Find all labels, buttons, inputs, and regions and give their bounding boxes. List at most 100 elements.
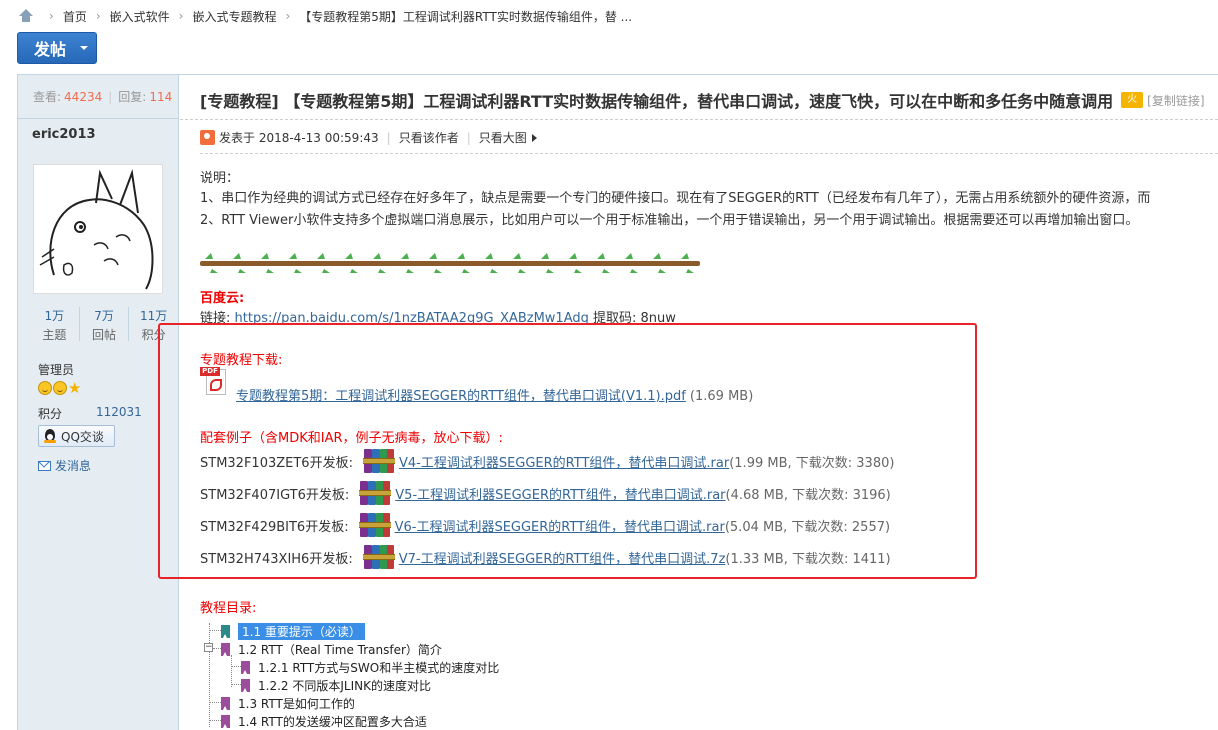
- replies-count: 114: [149, 89, 173, 104]
- home-icon[interactable]: [18, 9, 34, 23]
- qq-chat-label: QQ交谈: [61, 429, 104, 444]
- chevron-right-icon: ›: [285, 9, 291, 23]
- examples-heading: 配套例子（含MDK和IAR，例子无病毒，放心下载）:: [200, 431, 503, 446]
- stat-value: 7万: [94, 309, 114, 323]
- example-info: (5.04 MB, 下载次数: 2557): [724, 519, 891, 535]
- board-name: STM32F103ZET6开发板:: [200, 455, 353, 471]
- example-row: STM32F407IGT6开发板: V5-工程调试利器SEGGER的RTT组件，…: [200, 478, 891, 508]
- winrar-archive-icon: [358, 510, 391, 540]
- thread-frame: 查看: 44234 | 回复: 114 eric2013 1万 主题 7万 回帖…: [17, 74, 1218, 730]
- toc-item[interactable]: 1.3 RTT是如何工作的: [221, 695, 355, 712]
- bookmark-icon: [241, 679, 250, 692]
- views-count: 44234: [64, 89, 103, 104]
- author-stats: 1万 主题 7万 回帖 11万 积分: [30, 307, 178, 342]
- bookmark-icon: [221, 643, 230, 656]
- pdf-download-link[interactable]: 专题教程第5期：工程调试利器SEGGER的RTT组件，替代串口调试(V1.1).…: [236, 389, 686, 404]
- desc-line-1: 1、串口作为经典的调试方式已经存在好多年了，缺点是需要一个专门的硬件接口。现在有…: [200, 191, 1151, 206]
- bookmark-icon: [221, 697, 230, 710]
- chevron-right-icon: ›: [49, 9, 54, 23]
- author-name[interactable]: eric2013: [18, 119, 178, 153]
- caret-down-icon: [80, 46, 89, 50]
- breadcrumb: › 首页 › 嵌入式软件 › 嵌入式专题教程 › 【专题教程第5期】工程调试利器…: [18, 6, 632, 26]
- example-download-link[interactable]: V6-工程调试利器SEGGER的RTT组件，替代串口调试.rar: [395, 516, 725, 535]
- stat-value: 1万: [44, 309, 65, 323]
- toc-label: 1.4 RTT的发送缓冲区配置多大合适: [238, 715, 427, 729]
- stat-label: 主题: [42, 328, 67, 342]
- baidu-heading: 百度云:: [200, 291, 245, 306]
- new-post-button[interactable]: 发帖: [17, 32, 97, 64]
- desc-heading: 说明：: [200, 171, 240, 186]
- post-content: [专题教程] 【专题教程第5期】工程调试利器RTT实时数据传输组件，替代串口调试…: [158, 75, 1218, 730]
- post-meta: 发表于 2018-4-13 00:59:43 | 只看该作者 | 只看大图: [200, 129, 537, 146]
- breadcrumb-tutorials[interactable]: 嵌入式专题教程: [192, 8, 276, 25]
- download-heading: 专题教程下载:: [200, 353, 283, 368]
- stat-topics[interactable]: 1万 主题: [30, 307, 80, 342]
- avatar[interactable]: [33, 164, 163, 294]
- winrar-archive-icon: [362, 542, 395, 572]
- sun-rank-icon: [38, 381, 52, 395]
- example-info: (1.99 MB, 下载次数: 3380): [729, 455, 895, 471]
- stat-label: 回帖: [92, 328, 117, 342]
- hot-badge-icon: 火: [1121, 92, 1144, 108]
- bookmark-icon: [221, 625, 230, 638]
- toc-label: 1.3 RTT是如何工作的: [238, 697, 355, 711]
- post-title-row: [专题教程] 【专题教程第5期】工程调试利器RTT实时数据传输组件，替代串口调试…: [200, 89, 1218, 111]
- example-info: (1.33 MB, 下载次数: 1411): [725, 551, 891, 567]
- copy-link[interactable]: [复制链接]: [1147, 92, 1204, 109]
- pdf-size: (1.69 MB): [685, 389, 754, 404]
- example-download-link[interactable]: V7-工程调试利器SEGGER的RTT组件，替代串口调试.7z: [399, 548, 726, 567]
- points-label: 积分: [38, 407, 63, 421]
- posted-time: 发表于 2018-4-13 00:59:43: [219, 131, 379, 145]
- example-row: STM32F103ZET6开发板: V4-工程调试利器SEGGER的RTT组件，…: [200, 446, 894, 476]
- example-download-link[interactable]: V5-工程调试利器SEGGER的RTT组件，替代串口调试.rar: [395, 484, 725, 503]
- vine-divider-image: [200, 253, 700, 273]
- board-name: STM32F407IGT6开发板:: [200, 487, 350, 503]
- author-sidebar: 查看: 44234 | 回复: 114 eric2013 1万 主题 7万 回帖…: [18, 75, 179, 730]
- toc-item[interactable]: 1.2 RTT（Real Time Transfer）简介: [221, 641, 442, 658]
- winrar-archive-icon: [362, 446, 395, 476]
- play-icon: [531, 133, 537, 142]
- bookmark-icon: [221, 715, 230, 728]
- envelope-icon: [38, 460, 51, 471]
- send-message-link[interactable]: 发消息: [38, 457, 91, 474]
- example-download-link[interactable]: V4-工程调试利器SEGGER的RTT组件，替代串口调试.rar: [399, 452, 729, 471]
- board-name: STM32H743XIH6开发板:: [200, 551, 353, 567]
- toc-item[interactable]: 1.2.1 RTT方式与SWO和半主模式的速度对比: [241, 659, 499, 676]
- toc-heading: 教程目录:: [200, 601, 257, 616]
- toc-item[interactable]: 1.4 RTT的发送缓冲区配置多大合适: [221, 713, 427, 730]
- toc-label: 1.2.2 不同版本JLINK的速度对比: [258, 679, 431, 693]
- pdf-file-icon: PDF: [200, 367, 228, 397]
- send-message-label: 发消息: [55, 459, 92, 473]
- post-title: [专题教程] 【专题教程第5期】工程调试利器RTT实时数据传输组件，替代串口调试…: [200, 92, 1114, 111]
- new-post-label: 发帖: [34, 40, 67, 59]
- chevron-right-icon: ›: [178, 9, 184, 23]
- online-status-icon: [200, 130, 215, 145]
- totoro-avatar-image: [39, 169, 154, 290]
- toc-label: 1.1 重要提示（必读）: [238, 623, 365, 640]
- rank-icons: ★: [38, 379, 82, 397]
- sun-rank-icon: [53, 381, 67, 395]
- star-rank-icon: ★: [68, 379, 82, 397]
- points-row: 积分 112031: [38, 405, 168, 422]
- winrar-archive-icon: [359, 478, 392, 508]
- qq-chat-button[interactable]: QQ交谈: [38, 425, 115, 447]
- thread-stats: 查看: 44234 | 回复: 114: [18, 75, 178, 119]
- breadcrumb-embedded-software[interactable]: 嵌入式软件: [110, 8, 170, 25]
- collapse-toggle-icon[interactable]: −: [204, 643, 213, 652]
- example-row: STM32H743XIH6开发板: V7-工程调试利器SEGGER的RTT组件，…: [200, 542, 891, 572]
- toc-label: 1.2.1 RTT方式与SWO和半主模式的速度对比: [258, 661, 500, 675]
- only-author-link[interactable]: 只看该作者: [399, 129, 459, 146]
- views-label: 查看:: [33, 90, 62, 104]
- qq-penguin-icon: [43, 428, 57, 444]
- big-image-link[interactable]: 只看大图: [479, 129, 527, 146]
- toc-label: 1.2 RTT（Real Time Transfer）简介: [238, 643, 442, 657]
- stat-value: 11万: [140, 309, 168, 323]
- stat-replies[interactable]: 7万 回帖: [80, 307, 130, 342]
- pdf-attachment-row: 专题教程第5期：工程调试利器SEGGER的RTT组件，替代串口调试(V1.1).…: [236, 385, 753, 404]
- breadcrumb-home[interactable]: 首页: [63, 8, 87, 25]
- toc-item[interactable]: 1.1 重要提示（必读）: [221, 623, 365, 640]
- user-role: 管理员: [38, 363, 75, 377]
- toc-item[interactable]: 1.2.2 不同版本JLINK的速度对比: [241, 677, 431, 694]
- chevron-right-icon: ›: [95, 9, 101, 23]
- example-row: STM32F429BIT6开发板: V6-工程调试利器SEGGER的RTT组件，…: [200, 510, 890, 540]
